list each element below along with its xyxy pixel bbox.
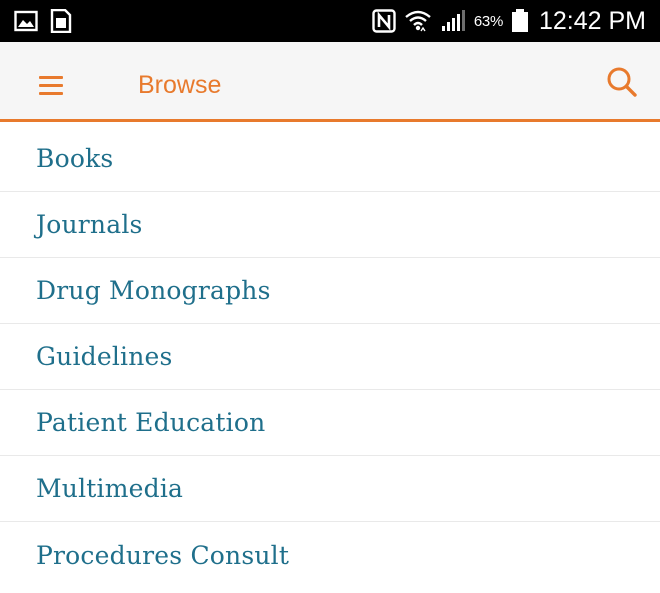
browse-item-label: Patient Education [36,408,266,437]
browse-item-procedures-consult[interactable]: Procedures Consult [0,522,660,588]
browse-item-patient-education[interactable]: Patient Education [0,390,660,456]
browse-item-guidelines[interactable]: Guidelines [0,324,660,390]
browse-item-label: Guidelines [36,342,173,371]
hamburger-menu-icon-bar [39,92,63,95]
notification-area [14,9,72,33]
status-bar: 63% 12:42 PM [0,0,660,42]
app-screen: 63% 12:42 PM Browse Books Journals Drug … [0,0,660,593]
system-tray: 63% 12:42 PM [372,0,646,42]
battery-icon [511,9,528,32]
signal-icon [441,10,465,31]
hamburger-menu-icon [39,76,63,79]
wifi-icon [405,10,431,32]
sim-notification-icon [50,9,72,33]
app-bar: Browse [0,42,660,122]
page-title: Browse [138,71,222,99]
hamburger-menu-icon-bar [39,84,63,87]
browse-item-label: Drug Monographs [36,276,271,305]
browse-item-label: Procedures Consult [36,540,290,570]
browse-item-books[interactable]: Books [0,126,660,192]
browse-item-journals[interactable]: Journals [0,192,660,258]
browse-item-drug-monographs[interactable]: Drug Monographs [0,258,660,324]
browse-item-label: Multimedia [36,474,184,503]
battery-percentage: 63% [473,12,503,30]
browse-item-label: Books [36,144,114,173]
browse-list: Books Journals Drug Monographs Guideline… [0,126,660,588]
nfc-icon [372,9,396,33]
image-notification-icon [14,10,38,32]
hamburger-menu-button[interactable] [27,68,79,102]
search-icon [607,67,637,97]
browse-item-multimedia[interactable]: Multimedia [0,456,660,522]
status-clock: 12:42 PM [538,6,646,35]
browse-item-label: Journals [36,210,143,239]
search-button[interactable] [602,62,642,102]
